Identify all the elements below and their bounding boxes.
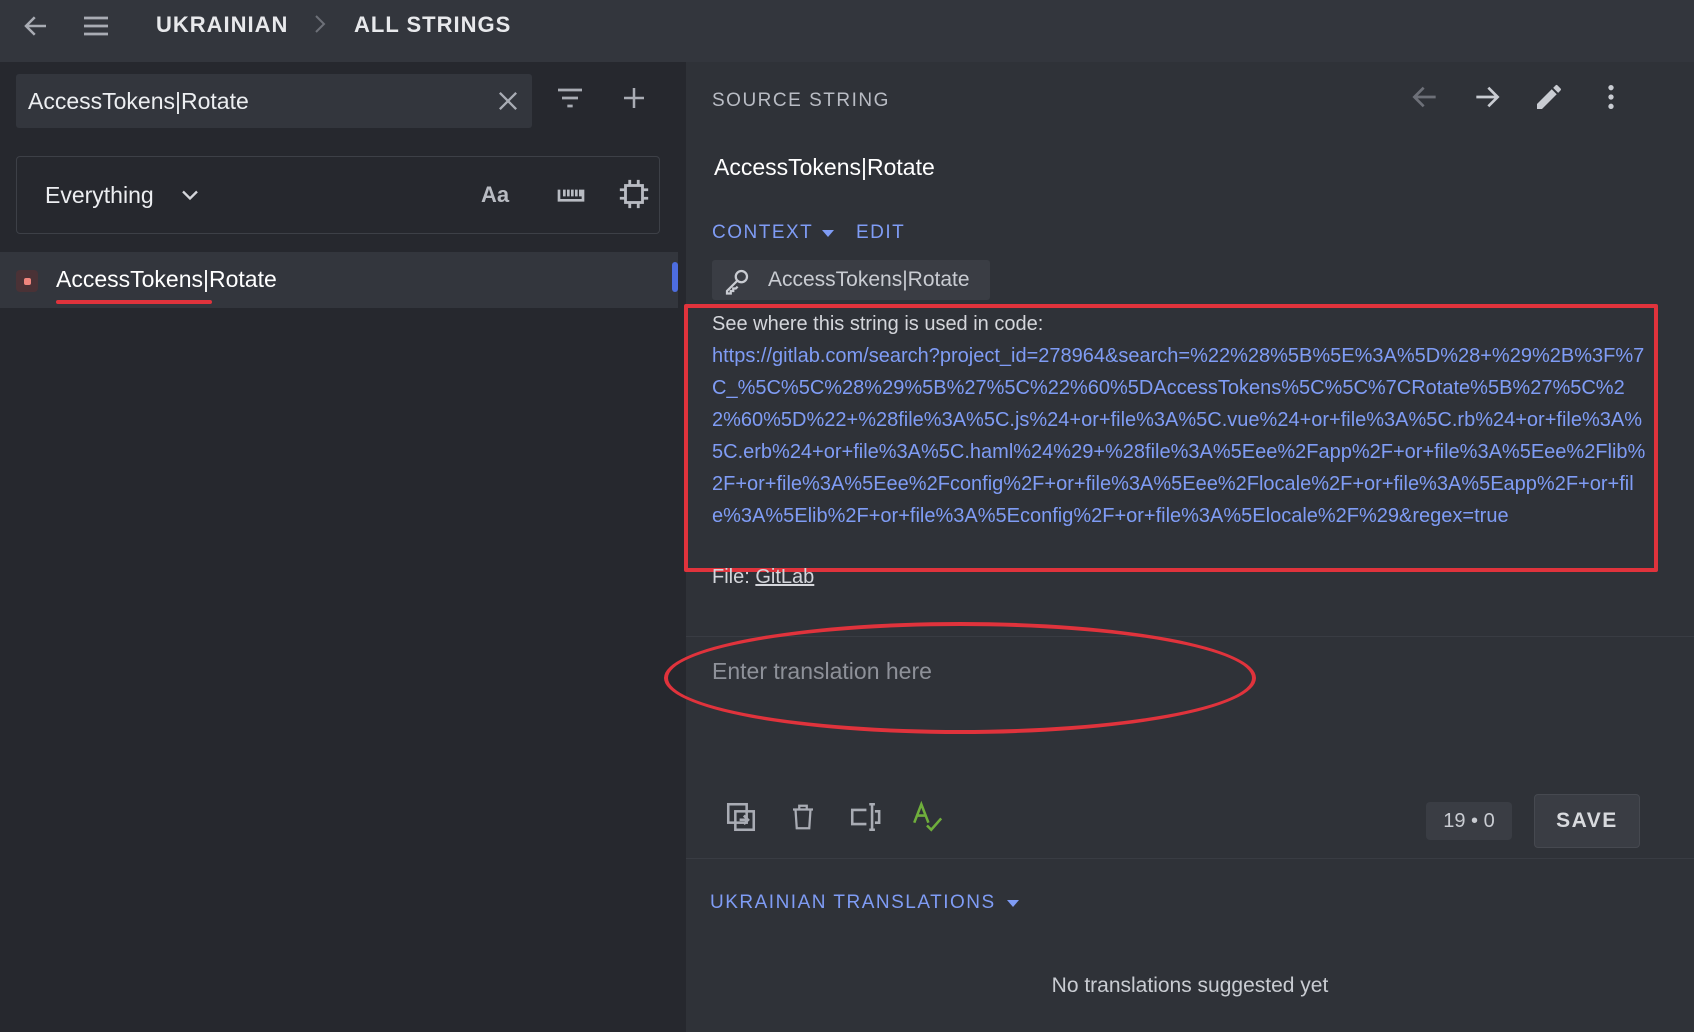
pencil-icon bbox=[1537, 84, 1561, 109]
match-case-button[interactable]: Aa bbox=[475, 179, 515, 211]
strings-panel: Everything Aa AccessTokens|Rotate bbox=[0, 62, 686, 1032]
character-count-badge: 19 • 0 bbox=[1426, 802, 1512, 840]
breadcrumb-language[interactable]: UKRAINIAN bbox=[156, 12, 288, 38]
close-icon bbox=[499, 92, 517, 110]
arrow-left-icon bbox=[24, 16, 46, 36]
insert-icon bbox=[850, 802, 881, 832]
arrow-left-icon bbox=[1412, 86, 1436, 108]
search-input[interactable] bbox=[28, 74, 468, 128]
menu-button[interactable] bbox=[78, 8, 114, 44]
annotation-underline bbox=[56, 300, 212, 304]
more-vertical-icon bbox=[1608, 85, 1614, 109]
context-label: CONTEXT bbox=[712, 222, 814, 243]
code-reference: See where this string is used in code: h… bbox=[712, 308, 1648, 532]
copy-source-button[interactable] bbox=[722, 798, 760, 836]
string-list-item-text: AccessTokens|Rotate bbox=[56, 266, 277, 292]
save-button[interactable]: SAVE bbox=[1534, 794, 1640, 848]
frame-button[interactable] bbox=[615, 175, 653, 213]
breadcrumb-section[interactable]: ALL STRINGS bbox=[354, 12, 511, 38]
selected-indicator bbox=[672, 262, 678, 292]
insert-placeholder-button[interactable] bbox=[846, 798, 884, 836]
chevron-down-icon bbox=[181, 190, 198, 201]
hamburger-icon bbox=[84, 16, 108, 36]
source-string-text: AccessTokens|Rotate bbox=[714, 154, 935, 180]
translation-input[interactable] bbox=[712, 646, 1652, 816]
frame-icon bbox=[619, 179, 649, 209]
next-string-button[interactable] bbox=[1468, 78, 1506, 116]
plus-icon bbox=[624, 88, 644, 108]
keyboard-button[interactable] bbox=[553, 177, 589, 213]
divider bbox=[686, 636, 1694, 637]
filter-icon bbox=[558, 88, 582, 108]
filter-button[interactable] bbox=[552, 80, 588, 116]
more-options-button[interactable] bbox=[1592, 78, 1630, 116]
translations-heading: UKRAINIAN TRANSLATIONS bbox=[710, 892, 996, 913]
file-label: File: bbox=[712, 566, 750, 588]
filter-dropdown-label: Everything bbox=[45, 181, 154, 208]
string-list-item[interactable]: AccessTokens|Rotate bbox=[0, 252, 678, 308]
string-key-text: AccessTokens|Rotate bbox=[768, 268, 970, 291]
edit-source-button[interactable] bbox=[1530, 78, 1568, 116]
code-search-link[interactable]: https://gitlab.com/search?project_id=278… bbox=[712, 340, 1648, 532]
code-reference-hint: See where this string is used in code: bbox=[712, 313, 1044, 335]
spellcheck-icon bbox=[913, 800, 943, 832]
back-button[interactable] bbox=[18, 8, 54, 44]
filter-dropdown[interactable]: Everything bbox=[45, 177, 204, 213]
file-reference: File: GitLab bbox=[712, 566, 814, 589]
divider bbox=[686, 858, 1694, 859]
previous-string-button[interactable] bbox=[1406, 78, 1444, 116]
clear-translation-button[interactable] bbox=[784, 798, 822, 836]
caret-down-icon bbox=[1006, 900, 1019, 907]
caret-down-icon bbox=[822, 230, 835, 237]
edit-context-link[interactable]: EDIT bbox=[856, 222, 905, 244]
spellcheck-button[interactable] bbox=[908, 798, 946, 836]
file-link[interactable]: GitLab bbox=[755, 566, 814, 588]
filter-bar: Everything Aa bbox=[16, 156, 660, 234]
keyboard-icon bbox=[557, 189, 585, 202]
breadcrumb-separator-icon bbox=[310, 10, 330, 38]
missing-status-icon bbox=[16, 270, 38, 292]
top-bar: UKRAINIAN ALL STRINGS bbox=[0, 0, 1694, 62]
empty-translations-message: No translations suggested yet bbox=[1051, 974, 1329, 997]
arrow-right-icon bbox=[1476, 86, 1500, 108]
string-key-chip: AccessTokens|Rotate bbox=[712, 260, 990, 300]
translations-toggle[interactable]: UKRAINIAN TRANSLATIONS bbox=[710, 892, 1020, 914]
search-box bbox=[16, 74, 532, 128]
key-icon bbox=[725, 269, 749, 295]
context-toggle[interactable]: CONTEXT bbox=[712, 222, 835, 244]
trash-icon bbox=[793, 804, 813, 830]
add-string-button[interactable] bbox=[616, 80, 652, 116]
editor-panel: SOURCE STRING AccessTokens|Rotate CONTEX… bbox=[664, 62, 1694, 1032]
copy-icon bbox=[726, 802, 756, 832]
clear-search-button[interactable] bbox=[492, 85, 524, 117]
source-string-heading: SOURCE STRING bbox=[712, 90, 890, 111]
